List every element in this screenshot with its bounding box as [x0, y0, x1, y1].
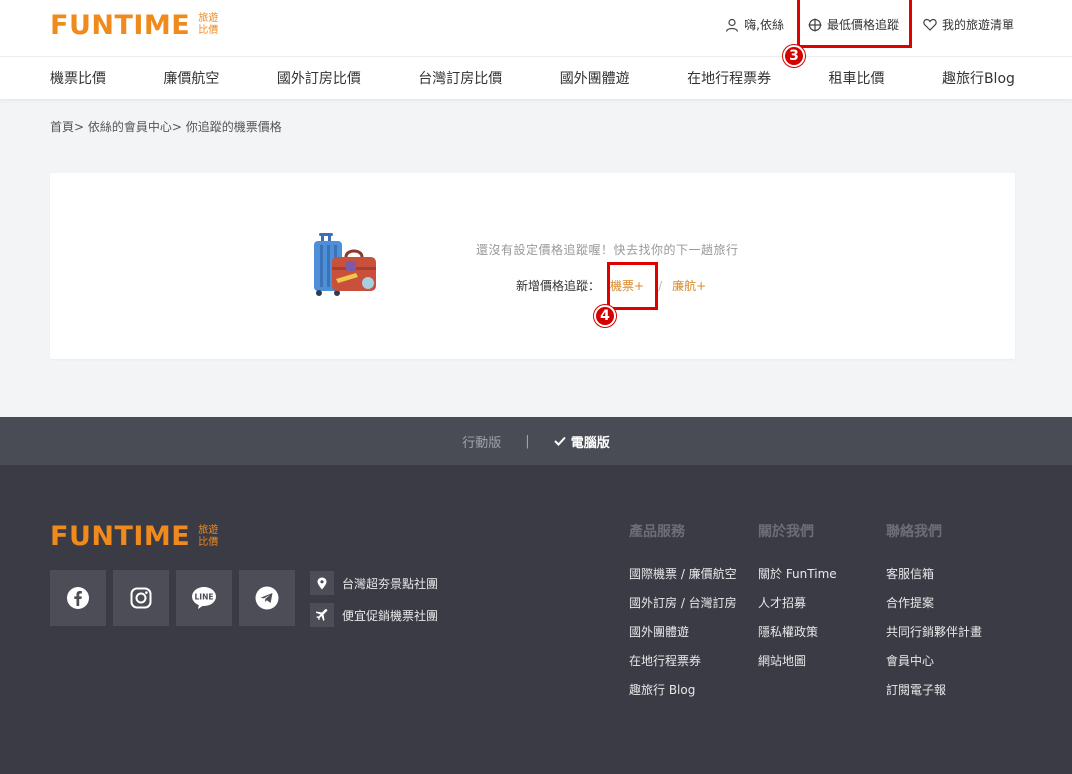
community-travel-spots[interactable]: 台灣超夯景點社團: [310, 571, 438, 595]
footer-link-group-tours[interactable]: 國外團體遊: [629, 623, 737, 652]
community-links: 台灣超夯景點社團 便宜促銷機票社團: [310, 571, 438, 635]
footer-col-contact-title: 聯絡我們: [886, 524, 942, 540]
telegram-icon: [255, 586, 279, 610]
nav-item-group-tour[interactable]: 國外團體遊: [560, 68, 630, 88]
footer-logo-text: FUNTIME: [50, 521, 191, 552]
nav-item-local-tickets[interactable]: 在地行程票券: [687, 68, 771, 88]
annotation-box-4: [607, 262, 658, 310]
desktop-version-label: 電腦版: [570, 435, 610, 451]
mobile-version-link[interactable]: 行動版: [462, 432, 501, 451]
footer-col-products: 產品服務 國際機票 / 廉價航空 國外訂房 / 台灣訂房 國外團體遊 在地行程票…: [629, 521, 737, 710]
footer-link-member-center[interactable]: 會員中心: [886, 652, 982, 681]
user-icon: [726, 18, 739, 32]
wishlist-link[interactable]: 我的旅遊清單: [923, 16, 1014, 33]
logo-subtitle: 旅遊 比價: [198, 13, 218, 37]
svg-text:LINE: LINE: [195, 593, 214, 602]
footer-link-blog[interactable]: 趣旅行 Blog: [629, 681, 737, 710]
add-lcc-tracking-link[interactable]: 廉航+: [672, 277, 706, 294]
annotation-number-3: 3: [783, 45, 805, 67]
footer-link-affiliate[interactable]: 共同行銷夥伴計畫: [886, 623, 982, 652]
luggage-illustration: [314, 233, 376, 296]
line-icon: LINE: [192, 587, 216, 609]
community-cheap-flights-label: 便宜促銷機票社團: [342, 608, 439, 623]
footer-link-newsletter[interactable]: 訂閱電子報: [886, 681, 982, 710]
breadcrumb[interactable]: 首頁> 依絲的會員中心> 你追蹤的機票價格: [50, 118, 282, 135]
social-links: LINE: [50, 570, 295, 626]
community-travel-spots-label: 台灣超夯景點社團: [342, 576, 439, 591]
instagram-button[interactable]: [113, 570, 169, 626]
nav-item-flight-compare[interactable]: 機票比價: [50, 68, 106, 88]
community-cheap-flights[interactable]: 便宜促銷機票社團: [310, 603, 438, 627]
map-pin-icon: [310, 571, 334, 595]
footer-col-about: 關於我們 關於 FunTime 人才招募 隱私權政策 網站地圖: [758, 521, 837, 681]
wishlist-label: 我的旅遊清單: [941, 18, 1014, 32]
main-nav: 機票比價 廉價航空 國外訂房比價 台灣訂房比價 國外團體遊 在地行程票券 租車比…: [0, 57, 1072, 99]
logo-sub-2: 比價: [198, 25, 219, 36]
line-button[interactable]: LINE: [176, 570, 232, 626]
nav-item-tw-hotel[interactable]: 台灣訂房比價: [418, 68, 502, 88]
footer-link-local-tickets[interactable]: 在地行程票券: [629, 652, 737, 681]
footer-link-flights[interactable]: 國際機票 / 廉價航空: [629, 565, 737, 594]
nav-item-blog[interactable]: 趣旅行Blog: [942, 68, 1015, 88]
footer-link-privacy[interactable]: 隱私權政策: [758, 623, 837, 652]
footer-link-careers[interactable]: 人才招募: [758, 594, 837, 623]
footer-logo-sub-2: 比價: [198, 536, 219, 548]
footer-logo-sub-1: 旅遊: [198, 524, 219, 536]
telegram-button[interactable]: [239, 570, 295, 626]
annotation-box-3: [797, 0, 912, 48]
logo-sub-1: 旅遊: [198, 13, 219, 24]
version-separator: |: [525, 433, 530, 449]
footer-col-about-title: 關於我們: [758, 524, 814, 540]
desktop-version-link[interactable]: 電腦版: [553, 432, 610, 451]
facebook-icon: [67, 587, 89, 609]
instagram-icon: [130, 587, 152, 609]
nav-item-lcc[interactable]: 廉價航空: [163, 68, 219, 88]
footer-col-contact: 聯絡我們 客服信箱 合作提案 共同行銷夥伴計畫 會員中心 訂閱電子報: [886, 521, 982, 710]
annotation-number-4: 4: [594, 305, 616, 327]
user-menu[interactable]: 嗨,依絲: [725, 16, 784, 33]
user-greeting: 嗨,依絲: [744, 18, 784, 32]
footer-link-partnership[interactable]: 合作提案: [886, 594, 982, 623]
empty-message: 還沒有設定價格追蹤喔！快去找你的下一趟旅行: [476, 243, 739, 257]
footer-logo-subtitle: 旅遊 比價: [198, 525, 218, 549]
footer-logo[interactable]: FUNTIME 旅遊 比價: [50, 521, 218, 552]
footer-col-products-title: 產品服務: [629, 524, 685, 540]
footer-link-about[interactable]: 關於 FunTime: [758, 565, 837, 594]
footer-link-support-email[interactable]: 客服信箱: [886, 565, 982, 594]
logo[interactable]: FUNTIME 旅遊 比價: [50, 9, 218, 41]
facebook-button[interactable]: [50, 570, 106, 626]
heart-icon: [923, 18, 937, 31]
plane-icon: [310, 603, 334, 627]
footer-link-hotels[interactable]: 國外訂房 / 台灣訂房: [629, 594, 737, 623]
add-tracking-label: 新增價格追蹤：: [516, 279, 601, 293]
footer: FUNTIME 旅遊 比價 LINE 台灣超夯景點社團 便宜促銷機票社團 產品服…: [0, 465, 1072, 774]
empty-state-card: 還沒有設定價格追蹤喔！快去找你的下一趟旅行 新增價格追蹤： 機票+ / 廉航+: [50, 173, 1015, 359]
version-switch: 行動版 | 電腦版: [0, 417, 1072, 465]
footer-link-sitemap[interactable]: 網站地圖: [758, 652, 837, 681]
check-icon: [553, 436, 566, 446]
nav-item-intl-hotel[interactable]: 國外訂房比價: [277, 68, 361, 88]
nav-item-car-rental[interactable]: 租車比價: [829, 68, 885, 88]
separator: /: [658, 278, 663, 293]
logo-text: FUNTIME: [50, 9, 191, 41]
